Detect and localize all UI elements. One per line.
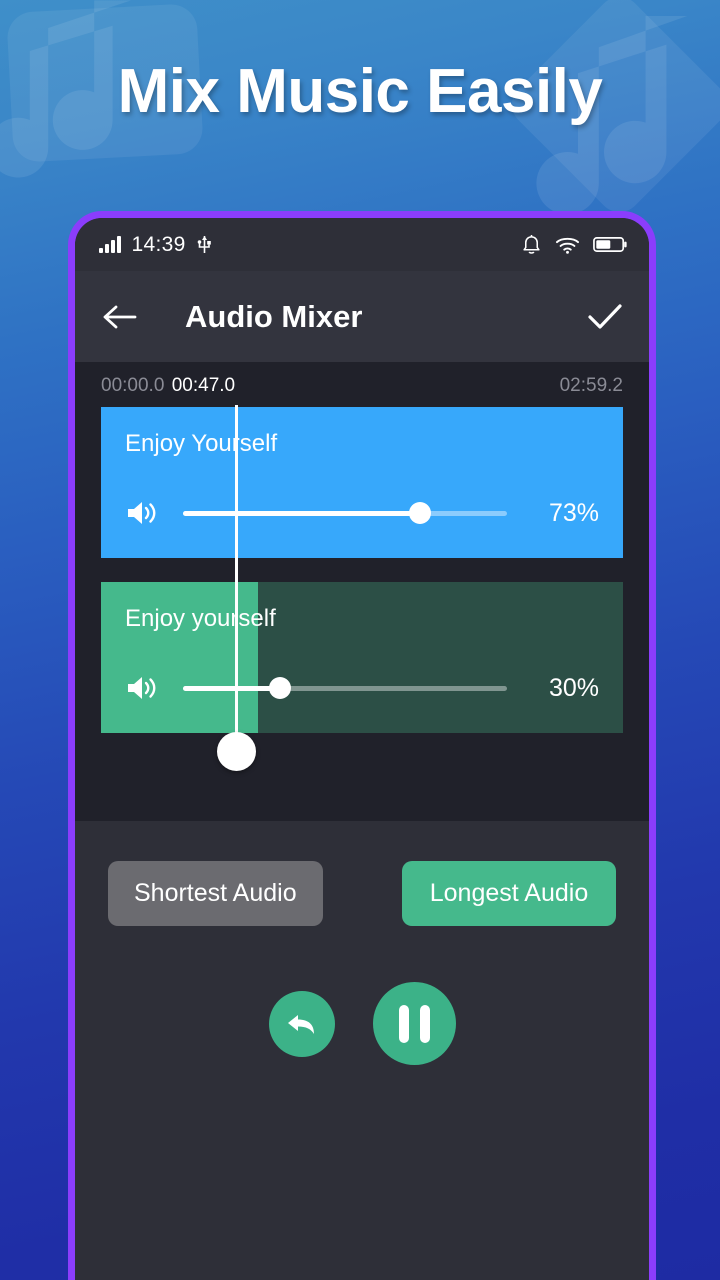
- pause-icon: [398, 1004, 430, 1043]
- checkmark-icon[interactable]: [587, 302, 623, 332]
- wifi-icon: [555, 237, 580, 254]
- track-row[interactable]: Enjoy Yourself 73%: [101, 407, 623, 558]
- transport-controls: [75, 982, 649, 1065]
- undo-arrow-icon: [287, 1014, 314, 1034]
- slider-thumb[interactable]: [269, 677, 292, 699]
- duration-mode-row: Shortest Audio Longest Audio: [75, 861, 649, 926]
- longest-audio-button[interactable]: Longest Audio: [402, 861, 616, 926]
- pause-button[interactable]: [372, 982, 456, 1065]
- page-title: Audio Mixer: [185, 298, 363, 334]
- status-clock: 14:39: [131, 232, 186, 256]
- speaker-icon[interactable]: [125, 498, 161, 528]
- slider-thumb[interactable]: [408, 502, 431, 524]
- volume-value: 30%: [548, 673, 599, 702]
- track-row[interactable]: Enjoy yourself 30%: [101, 582, 623, 733]
- battery-icon: [593, 237, 627, 252]
- promo-screen: Mix Music Easily 14:39 Audio Mixer 00:00…: [0, 0, 720, 1280]
- speaker-icon[interactable]: [125, 673, 161, 703]
- usb-icon: [197, 235, 211, 253]
- volume-slider[interactable]: [183, 502, 507, 524]
- playhead-handle[interactable]: [217, 732, 257, 771]
- promo-headline: Mix Music Easily: [117, 57, 603, 126]
- controls-panel: Shortest Audio Longest Audio: [75, 821, 649, 1280]
- timeline-start-time: 00:00.0: [101, 375, 165, 396]
- track-volume-control: 73%: [101, 498, 623, 558]
- timeline-current-time: 00:47.0: [171, 375, 236, 396]
- timeline-panel: 00:00.0 00:47.0 02:59.2 Enjoy Yourself 7…: [75, 362, 649, 821]
- playhead-line: [235, 405, 239, 750]
- track-title: Enjoy yourself: [125, 605, 276, 632]
- track-volume-control: 30%: [101, 673, 623, 733]
- status-bar: 14:39: [75, 218, 649, 271]
- track-list: Enjoy Yourself 73% Enjoy yourself 30%: [75, 407, 649, 733]
- track-title: Enjoy Yourself: [125, 430, 278, 457]
- volume-slider[interactable]: [183, 677, 507, 699]
- slider-fill: [183, 685, 281, 691]
- timeline-end-time: 02:59.2: [559, 375, 623, 396]
- timeline-ruler[interactable]: 00:00.0 00:47.0 02:59.2: [75, 362, 649, 407]
- phone-screen: 14:39 Audio Mixer 00:00.0 00:47.0 02:59.…: [75, 218, 649, 1280]
- app-bar: Audio Mixer: [75, 271, 649, 362]
- phone-mockup-frame: 14:39 Audio Mixer 00:00.0 00:47.0 02:59.…: [68, 211, 656, 1280]
- slider-fill: [183, 510, 420, 516]
- status-bar-right: [521, 234, 627, 256]
- back-arrow-icon[interactable]: [103, 304, 137, 330]
- status-bar-left: 14:39: [99, 233, 212, 257]
- undo-button[interactable]: [268, 990, 335, 1057]
- shortest-audio-button[interactable]: Shortest Audio: [108, 861, 323, 926]
- volume-value: 73%: [548, 498, 599, 527]
- bell-icon: [523, 234, 540, 254]
- signal-bars-icon: [99, 236, 121, 253]
